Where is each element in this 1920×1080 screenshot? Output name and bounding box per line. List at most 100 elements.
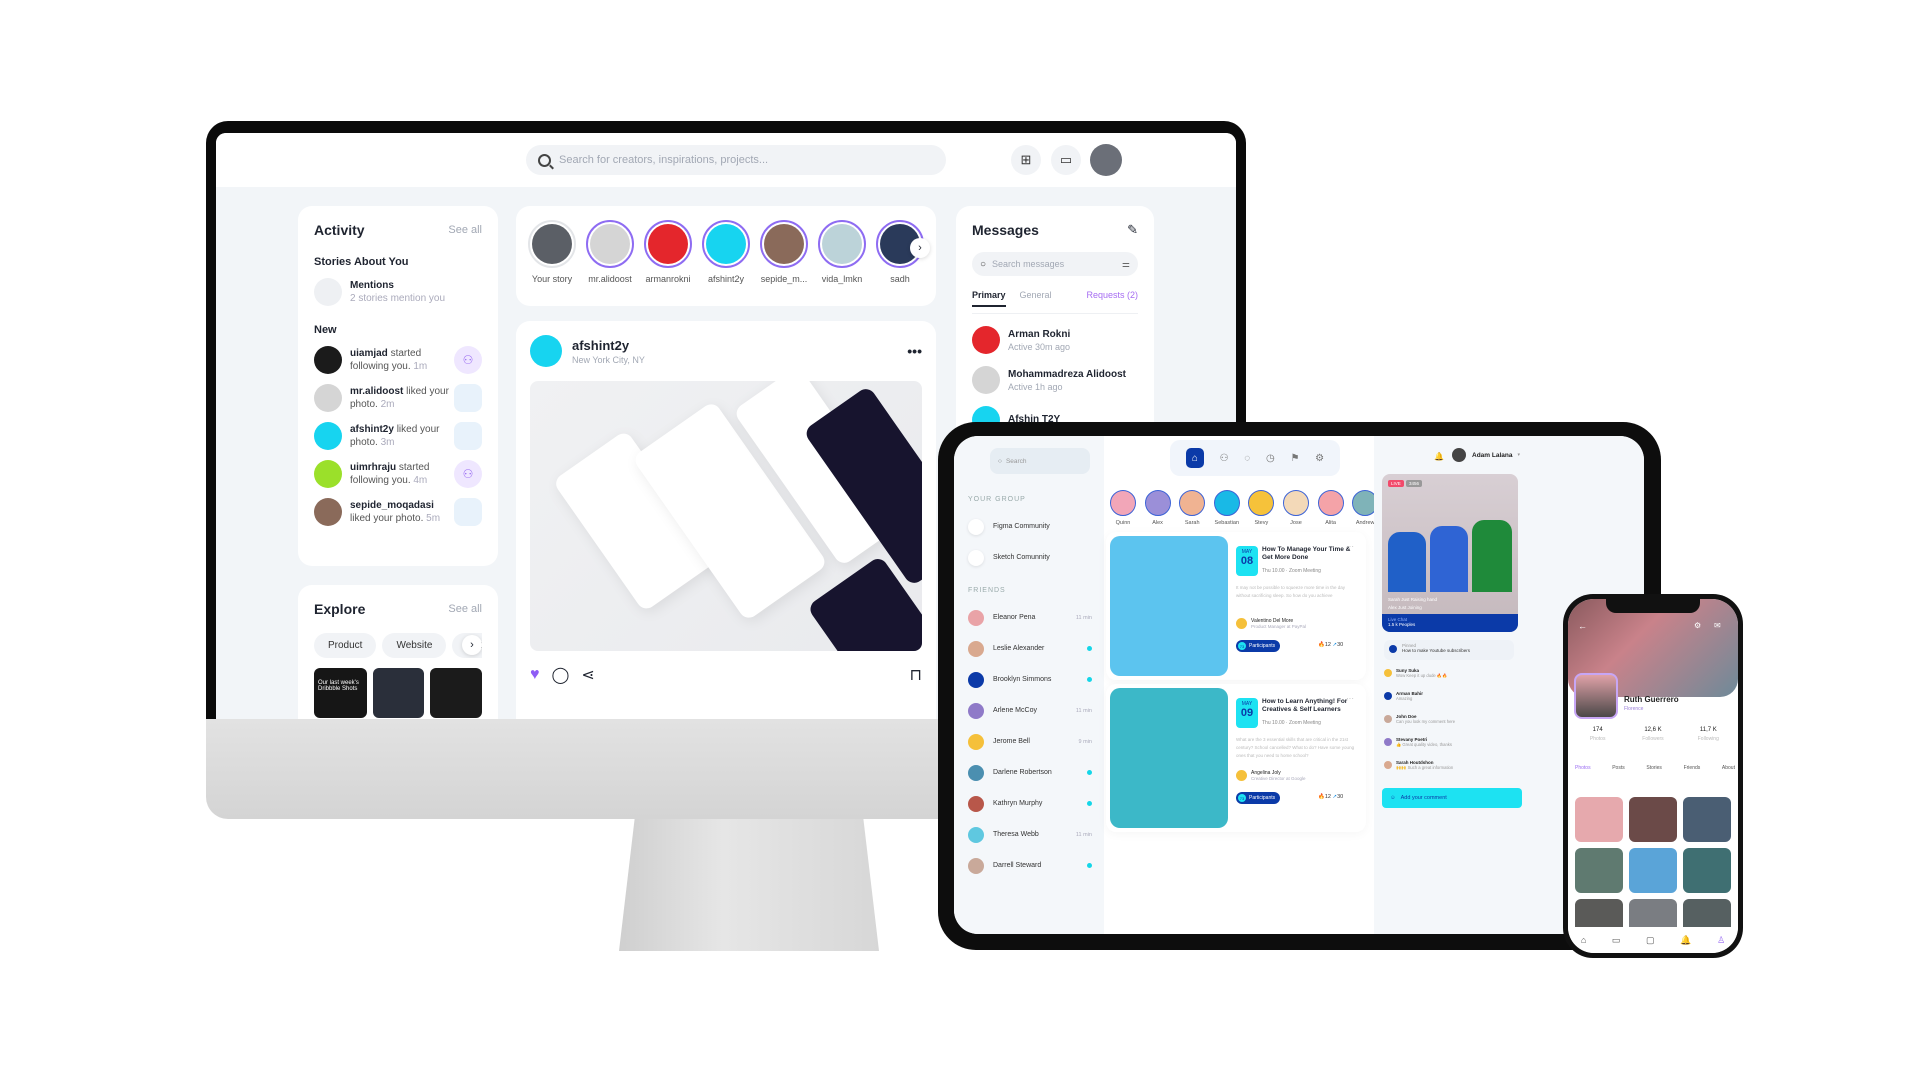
heart-icon[interactable]: ♥ <box>530 666 540 684</box>
messages-search-input[interactable]: ○ Search messages ⚌ <box>972 252 1138 276</box>
explore-thumb[interactable] <box>372 668 425 718</box>
participants-button[interactable]: 73 Participants <box>1236 640 1281 652</box>
more-options-icon[interactable]: ··· <box>1346 542 1354 551</box>
tablet-search-input[interactable]: ○ Search <box>990 448 1090 474</box>
filter-icon[interactable]: ⚌ <box>1122 259 1130 270</box>
post-image[interactable] <box>530 381 922 651</box>
profile-tab[interactable]: Posts <box>1612 765 1625 771</box>
profile-stat[interactable]: 12,6 K Followers <box>1625 727 1680 742</box>
profile-tab[interactable]: Photos <box>1575 765 1591 771</box>
tab-requests[interactable]: Requests (2) <box>1086 290 1138 307</box>
explore-see-all-link[interactable]: See all <box>448 603 482 615</box>
liked-photo-thumb[interactable] <box>454 498 482 526</box>
tab-primary[interactable]: Primary <box>972 290 1006 307</box>
more-options-icon[interactable]: ••• <box>907 343 922 359</box>
settings-icon[interactable]: ⚙ <box>1694 621 1701 630</box>
add-user-icon[interactable]: ⚇ <box>454 346 482 374</box>
tv-icon[interactable]: ▭ <box>1612 935 1621 946</box>
event-card[interactable]: MAY 09 How to Learn Anything! For Creative… <box>1106 684 1366 832</box>
group-item-figma[interactable]: Figma Community <box>968 511 1092 542</box>
clock-icon[interactable]: ◷ <box>1266 453 1275 464</box>
add-comment-input[interactable]: ☺ Add your comment <box>1382 788 1522 808</box>
bell-icon[interactable]: 🔔 <box>1434 452 1444 461</box>
photo-thumb[interactable] <box>1629 797 1677 842</box>
pinned-message[interactable]: Pinned How to make Youtube subscribers <box>1384 640 1514 660</box>
friend-item[interactable]: Leslie Alexander <box>968 633 1092 664</box>
post-author-avatar[interactable] <box>530 335 562 367</box>
post-author-name[interactable]: afshint2y <box>572 338 645 353</box>
profile-icon[interactable]: ♙ <box>1717 935 1725 946</box>
friend-item[interactable]: Brooklyn Simmons <box>968 664 1092 695</box>
story-item[interactable]: vida_lmkn <box>818 220 866 284</box>
liked-photo-thumb[interactable] <box>454 384 482 412</box>
community-icon[interactable]: ⚇ <box>1220 453 1229 464</box>
compose-icon[interactable]: ✎ <box>1127 222 1138 238</box>
photo-thumb[interactable] <box>1575 797 1623 842</box>
story-item[interactable]: Your story <box>528 220 576 284</box>
explore-thumb[interactable] <box>430 668 482 718</box>
friend-item[interactable]: Darrell Steward <box>968 850 1092 881</box>
chip-website[interactable]: Website <box>382 633 447 658</box>
activity-item[interactable]: uimrhraju started following you. 4m ⚇ <box>314 460 482 488</box>
stories-next-button[interactable]: › <box>910 238 930 258</box>
tablet-story-item[interactable]: Stevy <box>1244 490 1278 526</box>
user-menu[interactable]: Adam Lalana ▾ <box>1452 448 1520 462</box>
tab-general[interactable]: General <box>1020 290 1052 307</box>
profile-stat[interactable]: 11,7 K Following <box>1681 727 1736 742</box>
chat-icon[interactable]: ◌ <box>1244 453 1250 464</box>
video-call-button[interactable]: ▭ <box>1051 145 1081 175</box>
mentions-row[interactable]: Mentions 2 stories mention you <box>314 278 482 306</box>
activity-item[interactable]: mr.alidoost liked your photo. 2m <box>314 384 482 412</box>
message-icon[interactable]: ▢ <box>1646 935 1655 946</box>
friend-item[interactable]: Arlene McCoy 11 min <box>968 695 1092 726</box>
settings-icon[interactable]: ⚙ <box>1315 453 1324 464</box>
group-item-sketch[interactable]: Sketch Comunnity <box>968 542 1092 573</box>
tablet-story-item[interactable]: Alex <box>1141 490 1175 526</box>
photo-thumb[interactable] <box>1629 848 1677 893</box>
back-arrow-icon[interactable]: ← <box>1578 621 1587 631</box>
activity-item[interactable]: afshint2y liked your photo. 3m <box>314 422 482 450</box>
profile-stat[interactable]: 174 Photos <box>1570 727 1625 742</box>
mail-icon[interactable]: ✉ <box>1714 621 1721 630</box>
chip-product[interactable]: Product <box>314 633 377 658</box>
message-item[interactable]: Arman Rokni Active 30m ago <box>972 326 1138 354</box>
friend-item[interactable]: Eleanor Pena 11 min <box>968 602 1092 633</box>
activity-item[interactable]: uiamjad started following you. 1m ⚇ <box>314 346 482 374</box>
message-item[interactable]: Mohammadreza Alidoost Active 1h ago <box>972 366 1138 394</box>
chevron-right-icon[interactable]: › <box>462 635 482 655</box>
participants-button[interactable]: 73 Participants <box>1236 792 1281 804</box>
live-video[interactable]: LIVE 3456 Sarah Just Raising hand Alex J… <box>1382 474 1518 632</box>
photo-thumb[interactable] <box>1575 848 1623 893</box>
story-item[interactable]: armanrokni <box>644 220 692 284</box>
activity-see-all-link[interactable]: See all <box>448 224 482 236</box>
flag-icon[interactable]: ⚑ <box>1290 453 1299 464</box>
story-item[interactable]: afshint2y <box>702 220 750 284</box>
add-user-icon[interactable]: ⚇ <box>454 460 482 488</box>
profile-avatar[interactable] <box>1574 673 1618 719</box>
share-icon[interactable]: ⋖ <box>581 665 594 685</box>
user-avatar[interactable] <box>1090 144 1122 176</box>
home-icon[interactable]: ⌂ <box>1185 448 1204 468</box>
story-item[interactable]: sepide_m... <box>760 220 808 284</box>
tablet-story-item[interactable]: Jose <box>1279 490 1313 526</box>
tablet-story-item[interactable]: Alita <box>1314 490 1348 526</box>
tablet-story-item[interactable]: Sebastian <box>1210 490 1244 526</box>
story-item[interactable]: mr.alidoost <box>586 220 634 284</box>
comment-icon[interactable]: ◯ <box>552 665 570 685</box>
friend-item[interactable]: Kathryn Murphy <box>968 788 1092 819</box>
explore-thumb[interactable]: Our last week's Dribbble Shots <box>314 668 367 718</box>
more-options-icon[interactable]: ··· <box>1346 694 1354 703</box>
home-icon[interactable]: ⌂ <box>1581 935 1586 945</box>
bookmark-icon[interactable]: ⊓ <box>910 665 922 685</box>
bell-icon[interactable]: 🔔 <box>1680 935 1691 946</box>
friend-item[interactable]: Jerome Bell 9 min <box>968 726 1092 757</box>
profile-tab[interactable]: Stories <box>1646 765 1662 771</box>
profile-tab[interactable]: Friends <box>1684 765 1701 771</box>
friend-item[interactable]: Theresa Webb 11 min <box>968 819 1092 850</box>
global-search-input[interactable]: Search for creators, inspirations, proje… <box>526 145 946 175</box>
event-card[interactable]: MAY 08 How To Manage Your Time & Get More … <box>1106 532 1366 680</box>
tablet-story-item[interactable]: Quinn <box>1106 490 1140 526</box>
profile-tab[interactable]: About <box>1722 765 1735 771</box>
liked-photo-thumb[interactable] <box>454 422 482 450</box>
friend-item[interactable]: Darlene Robertson <box>968 757 1092 788</box>
